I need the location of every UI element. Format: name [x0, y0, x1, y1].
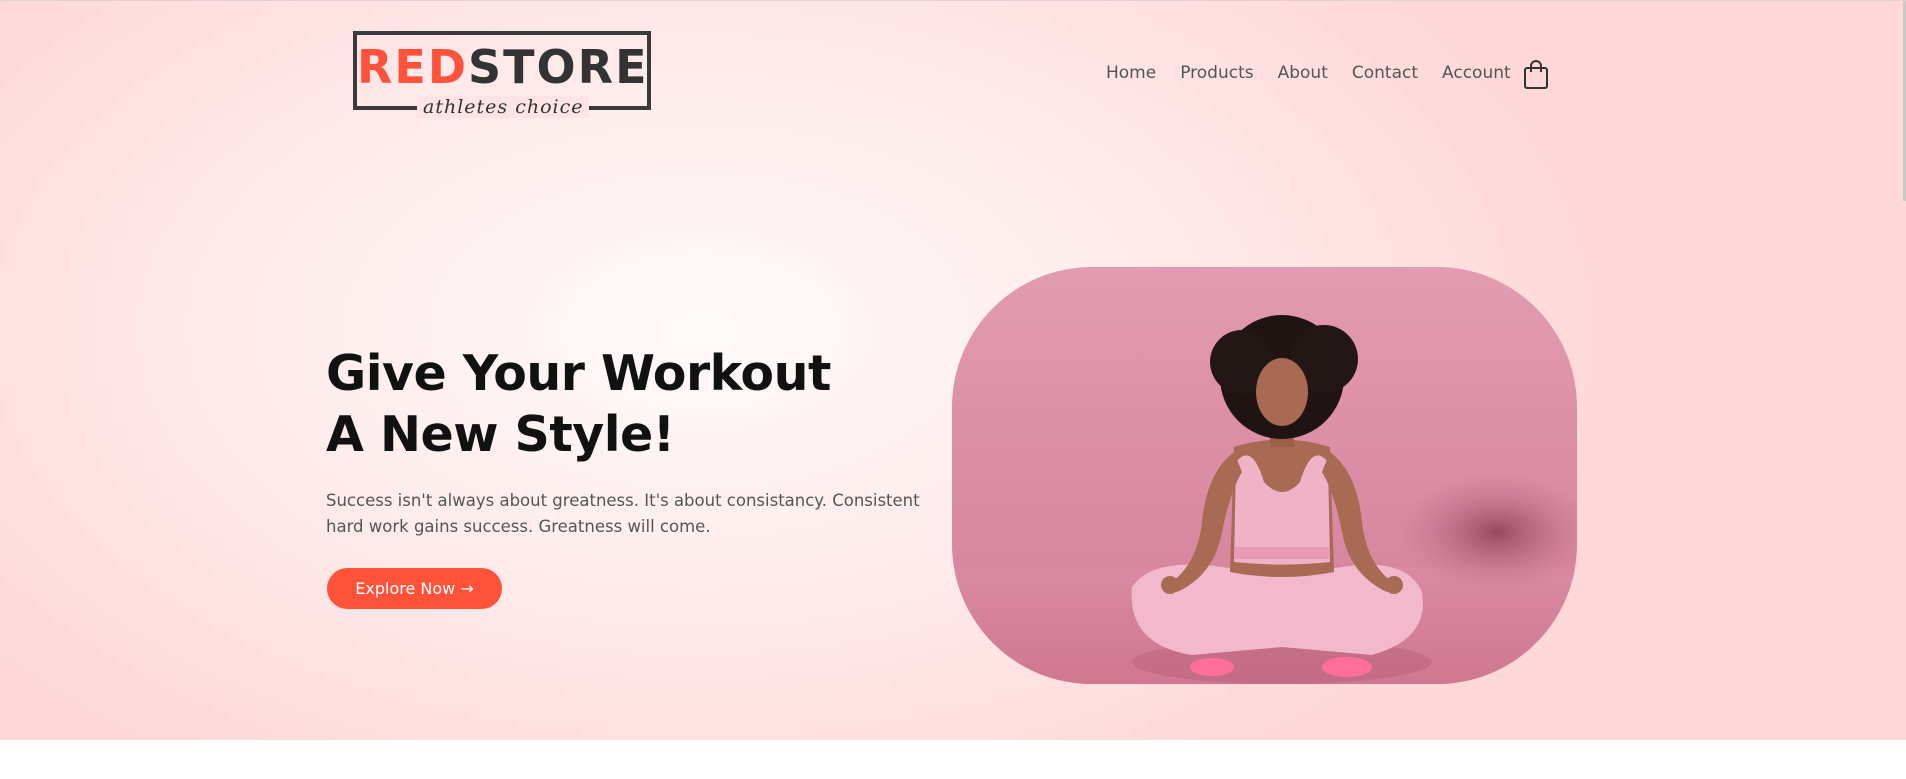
nav-item-contact[interactable]: Contact [1352, 63, 1418, 83]
hero-headline-line1: Give Your Workout [326, 345, 831, 402]
hero-section: REDSTORE athletes choice Home Products A… [0, 0, 1906, 740]
nav-item-products[interactable]: Products [1180, 63, 1253, 83]
hero-image [952, 267, 1577, 684]
nav-item-home[interactable]: Home [1106, 63, 1156, 83]
logo[interactable]: REDSTORE athletes choice [353, 31, 651, 118]
shopping-bag-icon[interactable] [1523, 60, 1549, 90]
explore-now-button[interactable]: Explore Now → [327, 568, 502, 609]
nav-item-about[interactable]: About [1278, 63, 1328, 83]
logo-wordmark: REDSTORE [357, 41, 647, 93]
explore-now-label: Explore Now → [355, 579, 474, 598]
hero-headline-line2: A New Style! [326, 406, 675, 463]
logo-tagline: athletes choice [417, 96, 590, 118]
nav-item-account[interactable]: Account [1442, 63, 1511, 83]
hero-description: Success isn't always about greatness. It… [326, 491, 920, 536]
logo-dark-part: STORE [468, 40, 649, 94]
hero-headline: Give Your Workout A New Style! [326, 343, 926, 465]
main-nav: Home Products About Contact Account [1106, 63, 1511, 83]
meditating-woman-illustration [952, 315, 1577, 684]
logo-red-part: RED [357, 40, 469, 94]
